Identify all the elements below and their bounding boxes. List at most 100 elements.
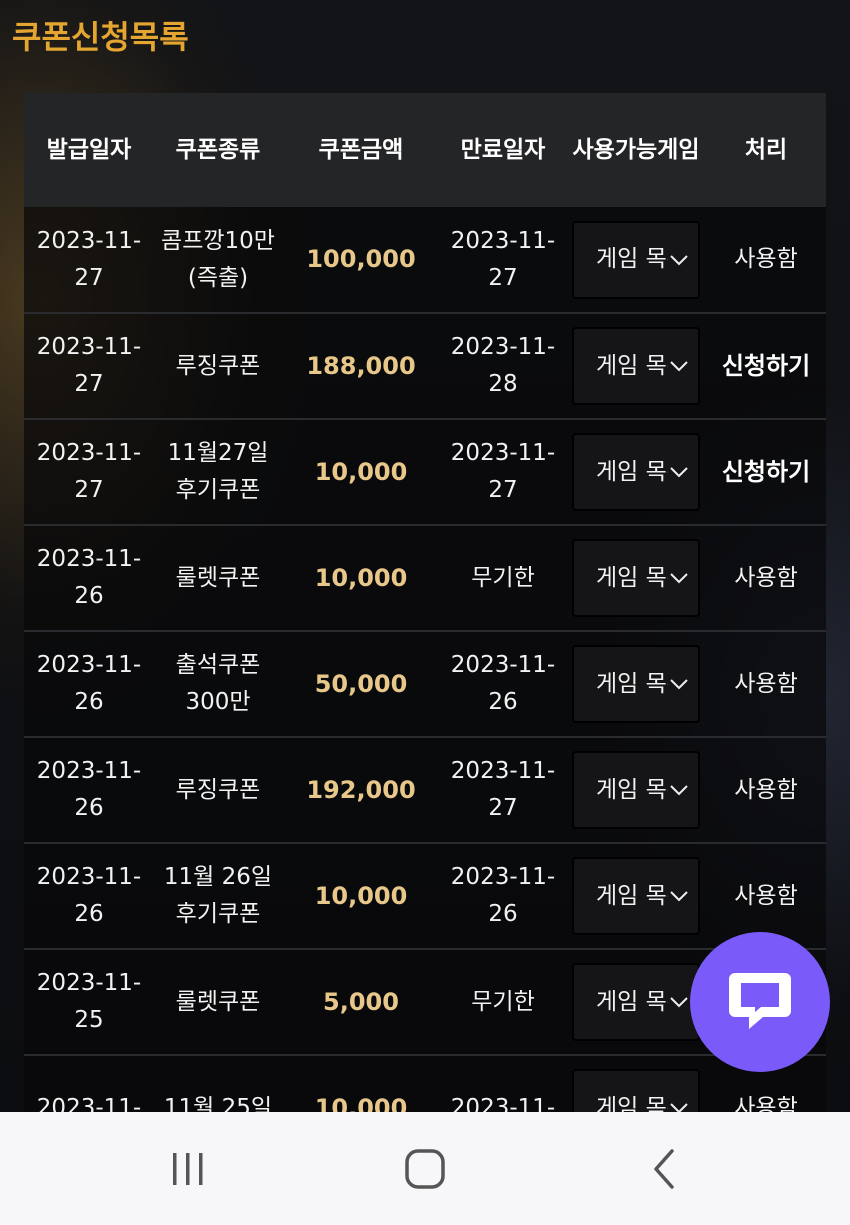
action-status: 사용함	[734, 670, 798, 697]
table-row: 2023-11-26 룰렛쿠폰 10,000 무기한 게임 목록 사용함	[24, 525, 826, 631]
chevron-down-icon	[670, 891, 688, 902]
chevron-down-icon	[670, 467, 688, 478]
issue-date-cell: 2023-11-27	[36, 440, 142, 503]
apply-button[interactable]: 신청하기	[706, 313, 826, 419]
recent-apps-icon	[173, 1152, 203, 1185]
game-select[interactable]: 게임 목록	[572, 857, 700, 935]
chevron-down-icon	[670, 785, 688, 796]
coupon-type-cell: 루징쿠폰	[175, 776, 261, 803]
coupon-type-cell: 11월 26일 후기쿠폰	[163, 864, 273, 927]
expiry-date-cell: 무기한	[471, 564, 535, 591]
chevron-down-icon	[670, 361, 688, 372]
game-select-value: 게임 목록	[596, 988, 668, 1015]
coupon-amount-cell: 100,000	[306, 245, 416, 273]
chat-button[interactable]	[690, 932, 830, 1072]
table-row: 2023-11-26 루징쿠폰 192,000 2023-11-27 게임 목록 사용함	[24, 737, 826, 843]
action-status: 사용함	[734, 776, 798, 803]
coupon-type-cell: 11월 25일	[163, 1094, 273, 1113]
game-select-cell: 게임 목록	[566, 525, 706, 631]
game-select-value: 게임 목록	[596, 1094, 668, 1113]
coupon-amount-cell: 192,000	[306, 775, 416, 804]
chat-bubble-icon	[729, 973, 791, 1029]
coupon-type-cell: 11월27일 후기쿠폰	[167, 440, 269, 503]
table-row: 2023-11-11월 25일10,0002023-11-게임 목록사용함	[24, 1055, 826, 1112]
header-action: 처리	[744, 137, 788, 163]
header-coupon-type: 쿠폰종류	[175, 137, 261, 163]
expiry-date-cell: 2023-11-27	[450, 440, 556, 503]
game-select-value: 게임 목록	[596, 564, 668, 591]
issue-date-cell: 2023-11-25	[36, 970, 142, 1033]
game-select-value: 게임 목록	[596, 246, 668, 272]
game-select-cell: 게임 목록	[566, 313, 706, 419]
game-select-cell: 게임 목록	[566, 419, 706, 525]
game-select[interactable]: 게임 목록	[572, 963, 700, 1041]
game-select-cell: 게임 목록	[566, 631, 706, 737]
coupon-amount-cell: 5,000	[323, 987, 399, 1016]
issue-date-cell: 2023-11-	[36, 1094, 142, 1113]
coupon-type-cell: 룰렛쿠폰	[175, 564, 261, 591]
header-coupon-amount: 쿠폰금액	[318, 137, 404, 163]
game-select-cell: 게임 목록	[566, 843, 706, 949]
back-button[interactable]	[604, 1112, 724, 1225]
game-select[interactable]: 게임 목록	[572, 220, 700, 299]
game-select[interactable]: 게임 목록	[572, 327, 700, 405]
coupon-type-cell: 콤프깡10만(즉출)	[161, 227, 275, 291]
table-header-row: 발급일자 쿠폰종류 쿠폰금액 만료일자 사용가능게임 처리	[24, 93, 826, 207]
issue-date-cell: 2023-11-26	[36, 546, 142, 609]
table-row: 2023-11-27 11월27일 후기쿠폰 10,000 2023-11-27 게임 …	[24, 419, 826, 525]
header-available-game: 사용가능게임	[572, 137, 700, 163]
coupon-amount-cell: 188,000	[306, 351, 416, 380]
coupon-amount-cell: 10,000	[314, 881, 408, 910]
expiry-date-cell: 2023-11-28	[450, 334, 556, 397]
page-title: 쿠폰신청목록	[12, 18, 189, 56]
expiry-date-cell: 2023-11-27	[450, 758, 556, 821]
chevron-down-icon	[670, 1103, 688, 1112]
issue-date-cell: 2023-11-26	[36, 652, 142, 715]
chevron-down-icon	[670, 573, 688, 584]
game-select-cell: 게임 목록	[566, 949, 706, 1055]
expiry-date-cell: 2023-11-	[450, 1094, 556, 1113]
back-icon	[654, 1148, 674, 1189]
game-select[interactable]: 게임 목록	[572, 751, 700, 829]
action-status: 사용함	[734, 564, 798, 591]
game-select[interactable]: 게임 목록	[572, 539, 700, 617]
chevron-down-icon	[670, 254, 688, 265]
game-select-cell: 게임 목록	[566, 207, 706, 313]
header-issue-date: 발급일자	[46, 137, 132, 163]
action-status: 사용함	[734, 246, 798, 272]
apply-button[interactable]: 신청하기	[706, 419, 826, 525]
coupon-amount-cell: 10,000	[314, 563, 408, 592]
chevron-down-icon	[670, 997, 688, 1008]
chevron-down-icon	[670, 679, 688, 690]
system-navigation-bar	[0, 1112, 850, 1225]
coupon-amount-cell: 10,000	[314, 457, 408, 486]
expiry-date-cell: 2023-11-26	[450, 652, 556, 715]
expiry-date-cell: 2023-11-26	[450, 864, 556, 927]
game-select-cell: 게임 목록	[566, 1055, 706, 1112]
coupon-type-cell: 출석쿠폰 300만	[175, 652, 261, 715]
game-select-value: 게임 목록	[596, 458, 668, 485]
coupon-type-cell: 룰렛쿠폰	[175, 988, 261, 1015]
game-select[interactable]: 게임 목록	[572, 1069, 700, 1112]
coupon-amount-cell: 10,000	[314, 1093, 408, 1113]
table-row: 2023-11-26 11월 26일 후기쿠폰 10,000 2023-11-26 게임…	[24, 843, 826, 949]
game-select-cell: 게임 목록	[566, 737, 706, 843]
issue-date-cell: 2023-11-26	[36, 758, 142, 821]
game-select-value: 게임 목록	[596, 776, 668, 803]
home-icon	[405, 1148, 445, 1189]
table-row: 2023-11-27 루징쿠폰 188,000 2023-11-28 게임 목록 신청하기	[24, 313, 826, 419]
recent-apps-button[interactable]	[128, 1112, 248, 1225]
issue-date-cell: 2023-11-26	[36, 864, 142, 927]
game-select[interactable]: 게임 목록	[572, 645, 700, 723]
coupon-type-cell: 루징쿠폰	[175, 352, 261, 379]
expiry-date-cell: 2023-11-27	[450, 227, 556, 291]
table-row: 2023-11-26 출석쿠폰 300만 50,000 2023-11-26 게임 목록…	[24, 631, 826, 737]
issue-date-cell: 2023-11-27	[36, 334, 142, 397]
home-button[interactable]	[365, 1112, 485, 1225]
coupon-amount-cell: 50,000	[314, 669, 408, 698]
game-select-value: 게임 목록	[596, 352, 668, 379]
header-expiry-date: 만료일자	[460, 137, 546, 163]
game-select[interactable]: 게임 목록	[572, 433, 700, 511]
issue-date-cell: 2023-11-27	[36, 227, 142, 291]
game-select-value: 게임 목록	[596, 670, 668, 697]
